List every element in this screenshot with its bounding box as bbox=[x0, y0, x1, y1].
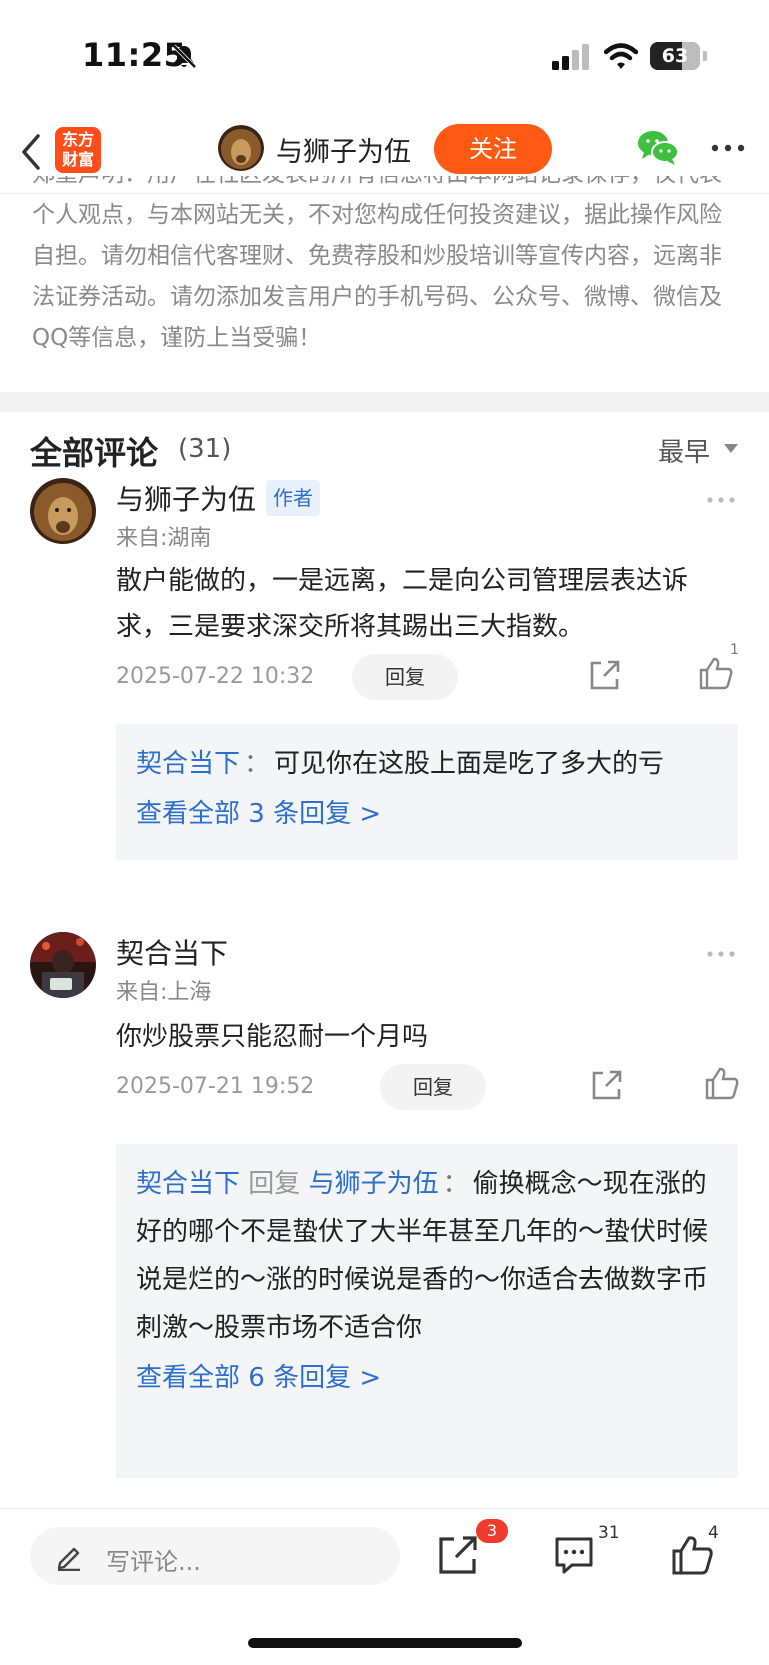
battery-tip bbox=[703, 51, 707, 61]
view-all-replies-link[interactable]: 查看全部 6 条回复 > bbox=[136, 1354, 718, 1402]
comment-time: 2025-07-21 19:52 bbox=[116, 1074, 315, 1099]
share-count-badge: 3 bbox=[476, 1519, 508, 1543]
comment-item: 契合当下 来自:上海 你炒股票只能忍耐一个月吗 2025-07-21 19:52… bbox=[0, 932, 769, 1480]
share-icon[interactable] bbox=[590, 1068, 624, 1102]
sort-dropdown[interactable]: 最早 bbox=[658, 432, 710, 469]
cellular-signal-icon bbox=[552, 44, 589, 70]
commenter-name[interactable]: 与狮子为伍 bbox=[116, 478, 256, 518]
commenter-location: 来自:上海 bbox=[116, 980, 212, 1005]
reply-button[interactable]: 回复 bbox=[352, 654, 458, 700]
reply-button[interactable]: 回复 bbox=[380, 1064, 486, 1110]
author-name[interactable]: 与狮子为伍 bbox=[276, 130, 411, 169]
comment-body: 散户能做的，一是远离，二是向公司管理层表达诉求，三是要求深交所将其踢出三大指数。 bbox=[116, 566, 689, 642]
reply-text: 可见你在这股上面是吃了多大的亏 bbox=[274, 749, 665, 779]
like-count: 1 bbox=[730, 642, 739, 658]
reply-line: 契合当下：可见你在这股上面是吃了多大的亏 bbox=[136, 740, 718, 788]
comment-more-icon[interactable] bbox=[706, 496, 736, 504]
comment-item: 与狮子为伍 作者 来自:湖南 散户能做的，一是远离，二是向公司管理层表达诉求，三… bbox=[0, 478, 769, 898]
comment-placeholder: 写评论... bbox=[106, 1548, 201, 1576]
reply-separator: ： bbox=[442, 1169, 469, 1199]
app-logo[interactable]: 东方财富 bbox=[55, 127, 101, 173]
bell-slash-icon bbox=[172, 44, 197, 69]
reply-separator: ： bbox=[244, 749, 271, 779]
back-chevron-icon[interactable] bbox=[18, 130, 44, 174]
reply-word: 回复 bbox=[248, 1169, 301, 1199]
comment-input[interactable]: 写评论... bbox=[30, 1527, 400, 1585]
comment-body: 你炒股票只能忍耐一个月吗 bbox=[116, 1022, 429, 1052]
commenter-name[interactable]: 契合当下 bbox=[116, 932, 228, 972]
reply-user[interactable]: 契合当下 bbox=[136, 1169, 240, 1199]
commenter-avatar[interactable] bbox=[30, 932, 96, 998]
comment-more-icon[interactable] bbox=[706, 950, 736, 958]
view-all-replies-link[interactable]: 查看全部 3 条回复 > bbox=[136, 790, 718, 838]
status-bar: 11:25 63 bbox=[0, 0, 769, 110]
wifi-icon bbox=[604, 43, 638, 69]
comments-title: 全部评论 bbox=[30, 434, 159, 472]
more-dots-icon[interactable] bbox=[710, 134, 746, 162]
battery-percent: 63 bbox=[661, 45, 689, 67]
disclaimer: 郑重声明：用户在社区发表的所有信息将由本网站记录保存，仅代表个人观点，与本网站无… bbox=[32, 176, 732, 372]
reply-target-user[interactable]: 与狮子为伍 bbox=[309, 1169, 439, 1199]
author-avatar[interactable] bbox=[218, 125, 264, 171]
battery-icon: 63 bbox=[650, 42, 700, 70]
commenter-location: 来自:湖南 bbox=[116, 526, 212, 551]
reply-line: 契合当下 回复 与狮子为伍：偷换概念～现在涨的好的哪个不是蛰伏了大半年甚至几年的… bbox=[136, 1160, 718, 1352]
share-icon[interactable] bbox=[588, 658, 622, 692]
sort-caret-icon[interactable] bbox=[724, 444, 738, 453]
like-icon[interactable] bbox=[698, 656, 734, 690]
reply-user[interactable]: 契合当下 bbox=[136, 749, 240, 779]
share-icon[interactable] bbox=[436, 1533, 480, 1577]
reply-preview: 契合当下：可见你在这股上面是吃了多大的亏 查看全部 3 条回复 > bbox=[116, 724, 738, 860]
like-count: 4 bbox=[708, 1523, 719, 1543]
disclaimer-text: 郑重声明：用户在社区发表的所有信息将由本网站记录保存，仅代表个人观点，与本网站无… bbox=[32, 176, 722, 351]
author-badge: 作者 bbox=[266, 480, 320, 516]
comments-header: 全部评论 (31) 最早 bbox=[30, 428, 740, 472]
comment-count: 31 bbox=[598, 1523, 620, 1543]
comment-icon[interactable] bbox=[552, 1533, 596, 1577]
like-icon[interactable] bbox=[704, 1066, 740, 1100]
commenter-avatar[interactable] bbox=[30, 478, 96, 544]
reply-preview: 契合当下 回复 与狮子为伍：偷换概念～现在涨的好的哪个不是蛰伏了大半年甚至几年的… bbox=[116, 1144, 738, 1478]
comment-time: 2025-07-22 10:32 bbox=[116, 664, 315, 689]
follow-button[interactable]: 关注 bbox=[434, 124, 552, 174]
wechat-icon[interactable] bbox=[636, 128, 680, 168]
section-divider bbox=[0, 392, 769, 412]
home-indicator[interactable] bbox=[248, 1638, 522, 1648]
comments-count: (31) bbox=[178, 434, 232, 464]
pencil-icon bbox=[57, 1547, 80, 1571]
